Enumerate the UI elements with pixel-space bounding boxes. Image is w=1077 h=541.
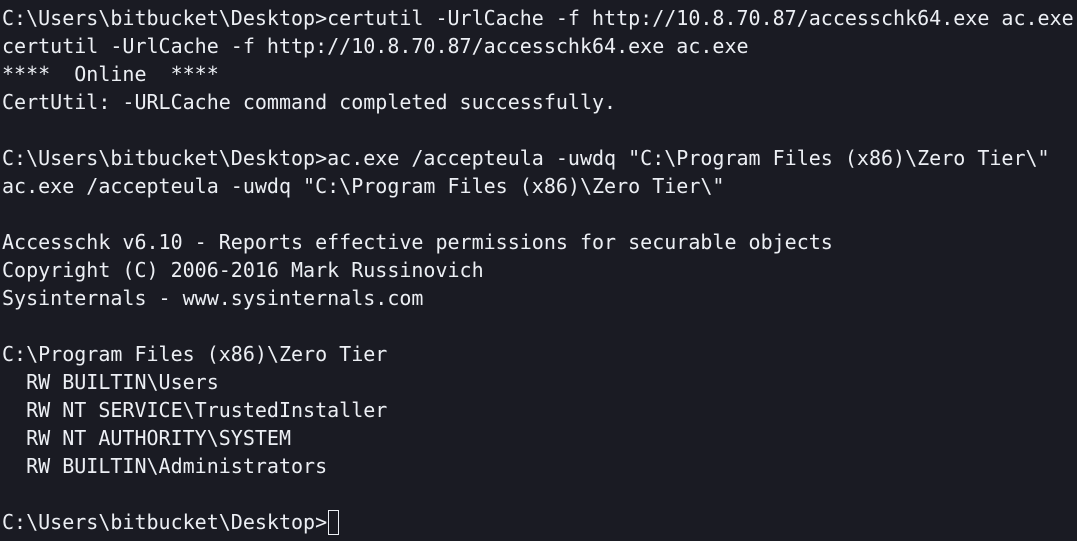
prompt-text: C:\Users\bitbucket\Desktop>: [2, 510, 328, 534]
output-line: certutil -UrlCache -f http://10.8.70.87/…: [2, 34, 749, 58]
output-line: C:\Program Files (x86)\Zero Tier: [2, 342, 388, 366]
output-line: CertUtil: -URLCache command completed su…: [2, 90, 617, 114]
prompt-line[interactable]: C:\Users\bitbucket\Desktop>: [2, 508, 1077, 536]
output-line: ac.exe /accepteula -uwdq "C:\Program Fil…: [2, 174, 725, 198]
output-line: Copyright (C) 2006-2016 Mark Russinovich: [2, 258, 484, 282]
output-line: RW NT AUTHORITY\SYSTEM: [2, 426, 291, 450]
cursor[interactable]: [328, 510, 340, 535]
output-line: RW BUILTIN\Users: [2, 370, 219, 394]
output-line: RW NT SERVICE\TrustedInstaller: [2, 398, 388, 422]
output-line: RW BUILTIN\Administrators: [2, 454, 328, 478]
output-line: **** Online ****: [2, 62, 219, 86]
terminal-window[interactable]: C:\Users\bitbucket\Desktop> certutil -Url…: [0, 0, 1077, 541]
output-line: C:\Users\bitbucket\Desktop>certutil -Url…: [2, 6, 1074, 30]
output-line: C:\Users\bitbucket\Desktop>ac.exe /accep…: [2, 146, 1050, 170]
output-line: Accesschk v6.10 - Reports effective perm…: [2, 230, 833, 254]
output-line: Sysinternals - www.sysinternals.com: [2, 286, 424, 310]
